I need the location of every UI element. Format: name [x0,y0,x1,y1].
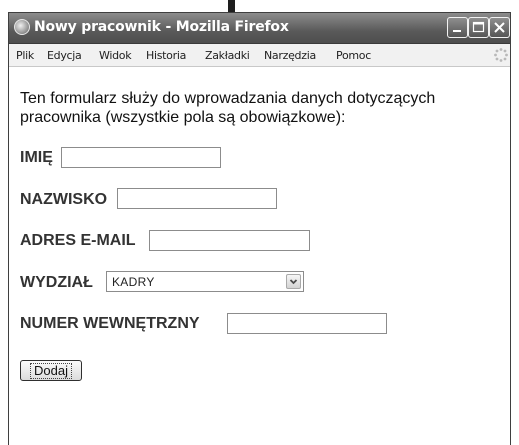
minimize-icon [453,30,461,32]
menu-bar: Plik Edycja Widok Historia Zakładki Narz… [9,44,510,67]
menu-plik[interactable]: Plik [16,49,34,62]
first-name-label: IMIĘ [20,149,53,166]
firefox-icon [14,19,30,35]
first-name-input[interactable] [61,147,221,168]
menu-narzedzia[interactable]: Narzędzia [264,49,316,62]
dropdown-arrow-button[interactable] [286,274,301,289]
menu-edycja[interactable]: Edycja [47,49,82,62]
extension-label: NUMER WEWNĘTRZNY [20,315,200,332]
department-label: WYDZIAŁ [20,274,93,291]
intro-text: Ten formularz służy do wprowadzania dany… [20,90,436,126]
page-content: Ten formularz służy do wprowadzania dany… [9,67,510,445]
department-select[interactable]: KADRY [106,271,304,292]
extension-input[interactable] [227,313,387,334]
close-button[interactable] [489,17,510,38]
throbber-icon [494,48,508,62]
add-button[interactable]: Dodaj [20,360,82,381]
maximize-icon [472,21,485,33]
department-selected-value: KADRY [112,275,155,289]
minimize-button[interactable] [447,17,468,38]
window-title: Nowy pracownik - Mozilla Firefox [34,19,289,35]
menu-widok[interactable]: Widok [99,49,132,62]
close-icon [494,22,505,33]
add-button-label: Dodaj [30,363,72,379]
email-label: ADRES E-MAIL [20,232,136,249]
chevron-down-icon [289,279,298,285]
browser-window: Nowy pracownik - Mozilla Firefox Plik Ed… [8,12,511,445]
menu-historia[interactable]: Historia [146,49,186,62]
email-input[interactable] [149,230,310,251]
last-name-input[interactable] [117,188,277,209]
last-name-label: NAZWISKO [20,191,108,208]
title-bar[interactable]: Nowy pracownik - Mozilla Firefox [9,13,510,44]
menu-pomoc[interactable]: Pomoc [336,49,371,62]
maximize-button[interactable] [468,17,489,38]
menu-zakladki[interactable]: Zakładki [205,49,250,62]
